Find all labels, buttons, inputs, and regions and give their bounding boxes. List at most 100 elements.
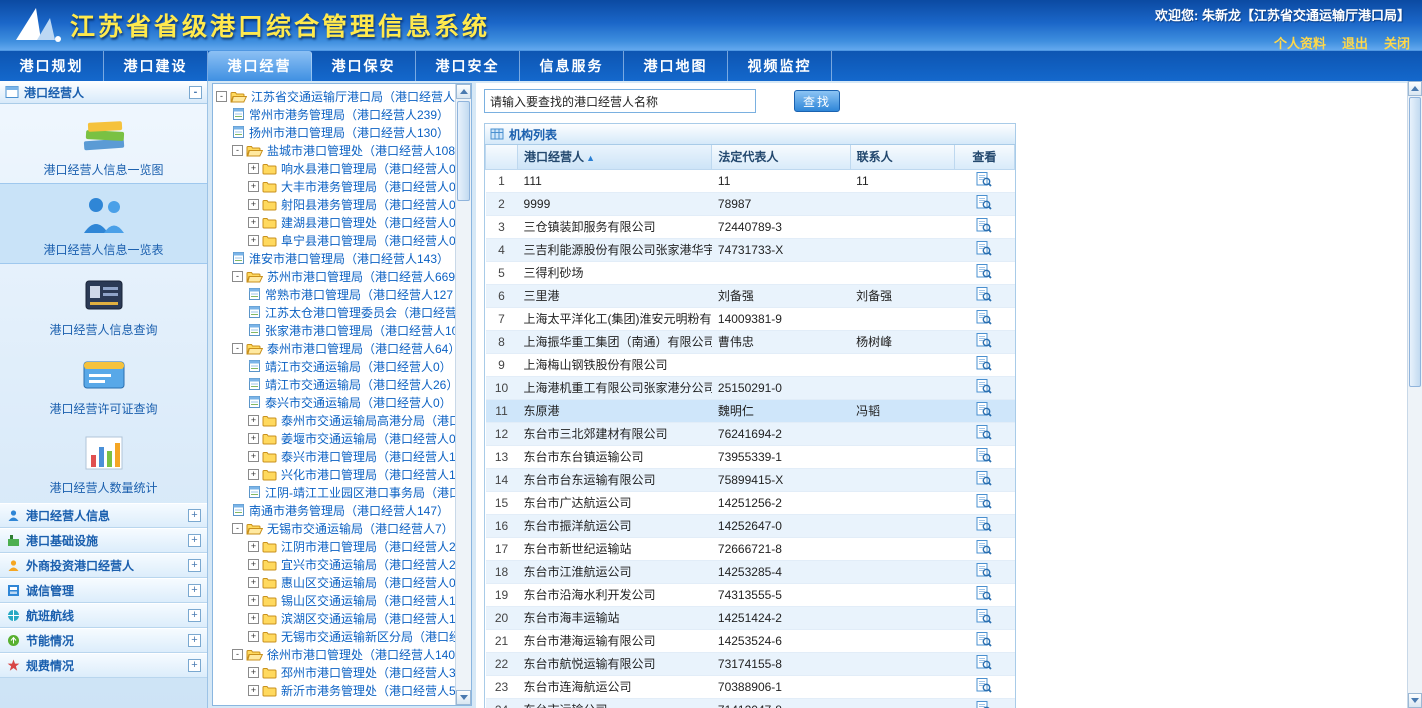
scroll-up-icon[interactable] (456, 84, 471, 99)
expand-node-icon[interactable]: + (248, 667, 259, 678)
view-detail-icon[interactable] (976, 194, 992, 210)
view-detail-icon[interactable] (976, 585, 992, 601)
view-detail-icon[interactable] (976, 309, 992, 325)
panel-collapse-button[interactable]: - (189, 86, 202, 99)
expand-node-icon[interactable]: + (248, 163, 259, 174)
tree-node[interactable]: +锡山区交通运输局（港口经营人1） (216, 591, 455, 609)
expand-node-icon[interactable]: + (248, 415, 259, 426)
view-detail-icon[interactable] (976, 447, 992, 463)
tree-node[interactable]: 常熟市港口管理局（港口经营人127 (216, 285, 455, 303)
page-scroll-up-icon[interactable] (1408, 81, 1422, 96)
expand-node-icon[interactable]: + (248, 217, 259, 228)
nav-tab[interactable]: 视频监控 (728, 51, 832, 81)
view-detail-icon[interactable] (976, 493, 992, 509)
sidebar-item[interactable]: 港口经营人信息一览表 (0, 183, 207, 264)
tree-node[interactable]: +大丰市港务管理局（港口经营人0） (216, 177, 455, 195)
collapse-node-icon[interactable]: - (232, 649, 243, 660)
table-row[interactable]: 18东台市江淮航运公司14253285-4 (486, 560, 1015, 583)
expand-node-icon[interactable]: + (248, 199, 259, 210)
table-row[interactable]: 24东台市运输公司71412047-8 (486, 698, 1015, 708)
tree-node[interactable]: +泰兴市港口管理局（港口经营人11） (216, 447, 455, 465)
view-detail-icon[interactable] (976, 470, 992, 486)
col-contact[interactable]: 联系人 (850, 145, 954, 169)
tree-node[interactable]: +姜堰市交通运输局（港口经营人0） (216, 429, 455, 447)
table-row[interactable]: 6三里港刘备强刘备强 (486, 284, 1015, 307)
nav-tab[interactable]: 港口建设 (104, 51, 208, 81)
accordion-item[interactable]: 诚信管理+ (0, 578, 207, 603)
table-row[interactable]: 11111111 (486, 169, 1015, 192)
nav-tab[interactable]: 港口保安 (312, 51, 416, 81)
sidebar-panel-header[interactable]: 港口经营人 - (0, 81, 207, 104)
table-row[interactable]: 17东台市新世纪运输站72666721-8 (486, 537, 1015, 560)
view-detail-icon[interactable] (976, 654, 992, 670)
table-row[interactable]: 4三吉利能源股份有限公司张家港华宇74731733-X (486, 238, 1015, 261)
tree-node[interactable]: +惠山区交通运输局（港口经营人0） (216, 573, 455, 591)
accordion-item[interactable]: 规费情况+ (0, 653, 207, 678)
expand-node-icon[interactable]: + (248, 181, 259, 192)
expand-button[interactable]: + (188, 509, 201, 522)
search-button[interactable]: 查找 (794, 90, 840, 112)
page-scrollbar-thumb[interactable] (1409, 97, 1421, 387)
expand-button[interactable]: + (188, 559, 201, 572)
tree-node[interactable]: 扬州市港口管理局（港口经营人130） (216, 123, 455, 141)
table-row[interactable]: 13东台市东台镇运输公司73955339-1 (486, 445, 1015, 468)
expand-node-icon[interactable]: + (248, 541, 259, 552)
tree-node[interactable]: 张家港市港口管理局（港口经营人10 (216, 321, 455, 339)
table-row[interactable]: 10上海港机重工有限公司张家港分公司25150291-0 (486, 376, 1015, 399)
tree-node[interactable]: +江阴市港口管理局（港口经营人2） (216, 537, 455, 555)
expand-node-icon[interactable]: + (248, 451, 259, 462)
collapse-node-icon[interactable]: - (232, 343, 243, 354)
collapse-node-icon[interactable]: - (232, 271, 243, 282)
view-detail-icon[interactable] (976, 608, 992, 624)
tree-node[interactable]: +无锡市交通运输新区分局（港口经营 (216, 627, 455, 645)
tree-node[interactable]: +射阳县港务管理局（港口经营人0） (216, 195, 455, 213)
col-operator[interactable]: 港口经营人▲ (518, 145, 712, 169)
view-detail-icon[interactable] (976, 516, 992, 532)
nav-tab[interactable]: 港口安全 (416, 51, 520, 81)
table-row[interactable]: 9上海梅山钢铁股份有限公司 (486, 353, 1015, 376)
tree-node[interactable]: -徐州市港口管理处（港口经营人140） (216, 645, 455, 663)
tree-node[interactable]: +响水县港口管理局（港口经营人0） (216, 159, 455, 177)
expand-node-icon[interactable]: + (248, 469, 259, 480)
view-detail-icon[interactable] (976, 539, 992, 555)
accordion-item[interactable]: 节能情况+ (0, 628, 207, 653)
view-detail-icon[interactable] (976, 240, 992, 256)
table-row[interactable]: 23东台市连海航运公司70388906-1 (486, 675, 1015, 698)
sidebar-item[interactable]: 港口经营许可证查询 (0, 343, 207, 422)
sidebar-item[interactable]: 港口经营人信息查询 (0, 264, 207, 343)
view-detail-icon[interactable] (976, 263, 992, 279)
collapse-node-icon[interactable]: - (216, 91, 227, 102)
tree-scrollbar[interactable] (455, 84, 471, 705)
table-row[interactable]: 5三得利砂场 (486, 261, 1015, 284)
view-detail-icon[interactable] (976, 401, 992, 417)
view-detail-icon[interactable] (976, 286, 992, 302)
view-detail-icon[interactable] (976, 677, 992, 693)
accordion-item[interactable]: 航班航线+ (0, 603, 207, 628)
table-row[interactable]: 14东台市台东运输有限公司75899415-X (486, 468, 1015, 491)
table-row[interactable]: 19东台市沿海水利开发公司74313555-5 (486, 583, 1015, 606)
tree-node[interactable]: 江阴-靖江工业园区港口事务局（港口 (216, 483, 455, 501)
view-detail-icon[interactable] (976, 631, 992, 647)
view-detail-icon[interactable] (976, 424, 992, 440)
tree-node[interactable]: 淮安市港口管理局（港口经营人143） (216, 249, 455, 267)
tree-node[interactable]: 江苏太仓港口管理委员会（港口经营 (216, 303, 455, 321)
accordion-item[interactable]: 港口经营人信息+ (0, 503, 207, 528)
table-row[interactable]: 7上海太平洋化工(集团)淮安元明粉有14009381-9 (486, 307, 1015, 330)
tree-node[interactable]: +兴化市港口管理局（港口经营人1） (216, 465, 455, 483)
tree-node[interactable]: 常州市港务管理局（港口经营人239） (216, 105, 455, 123)
expand-node-icon[interactable]: + (248, 559, 259, 570)
expand-button[interactable]: + (188, 534, 201, 547)
view-detail-icon[interactable] (976, 332, 992, 348)
expand-node-icon[interactable]: + (248, 433, 259, 444)
table-row[interactable]: 22东台市航悦运输有限公司73174155-8 (486, 652, 1015, 675)
view-detail-icon[interactable] (976, 217, 992, 233)
expand-node-icon[interactable]: + (248, 613, 259, 624)
scroll-down-icon[interactable] (456, 690, 471, 705)
nav-tab[interactable]: 港口规划 (0, 51, 104, 81)
view-detail-icon[interactable] (976, 562, 992, 578)
tree-node[interactable]: +泰州市交通运输局高港分局（港口经 (216, 411, 455, 429)
view-detail-icon[interactable] (976, 700, 992, 708)
expand-button[interactable]: + (188, 659, 201, 672)
tree-node[interactable]: -苏州市港口管理局（港口经营人669） (216, 267, 455, 285)
expand-node-icon[interactable]: + (248, 685, 259, 696)
